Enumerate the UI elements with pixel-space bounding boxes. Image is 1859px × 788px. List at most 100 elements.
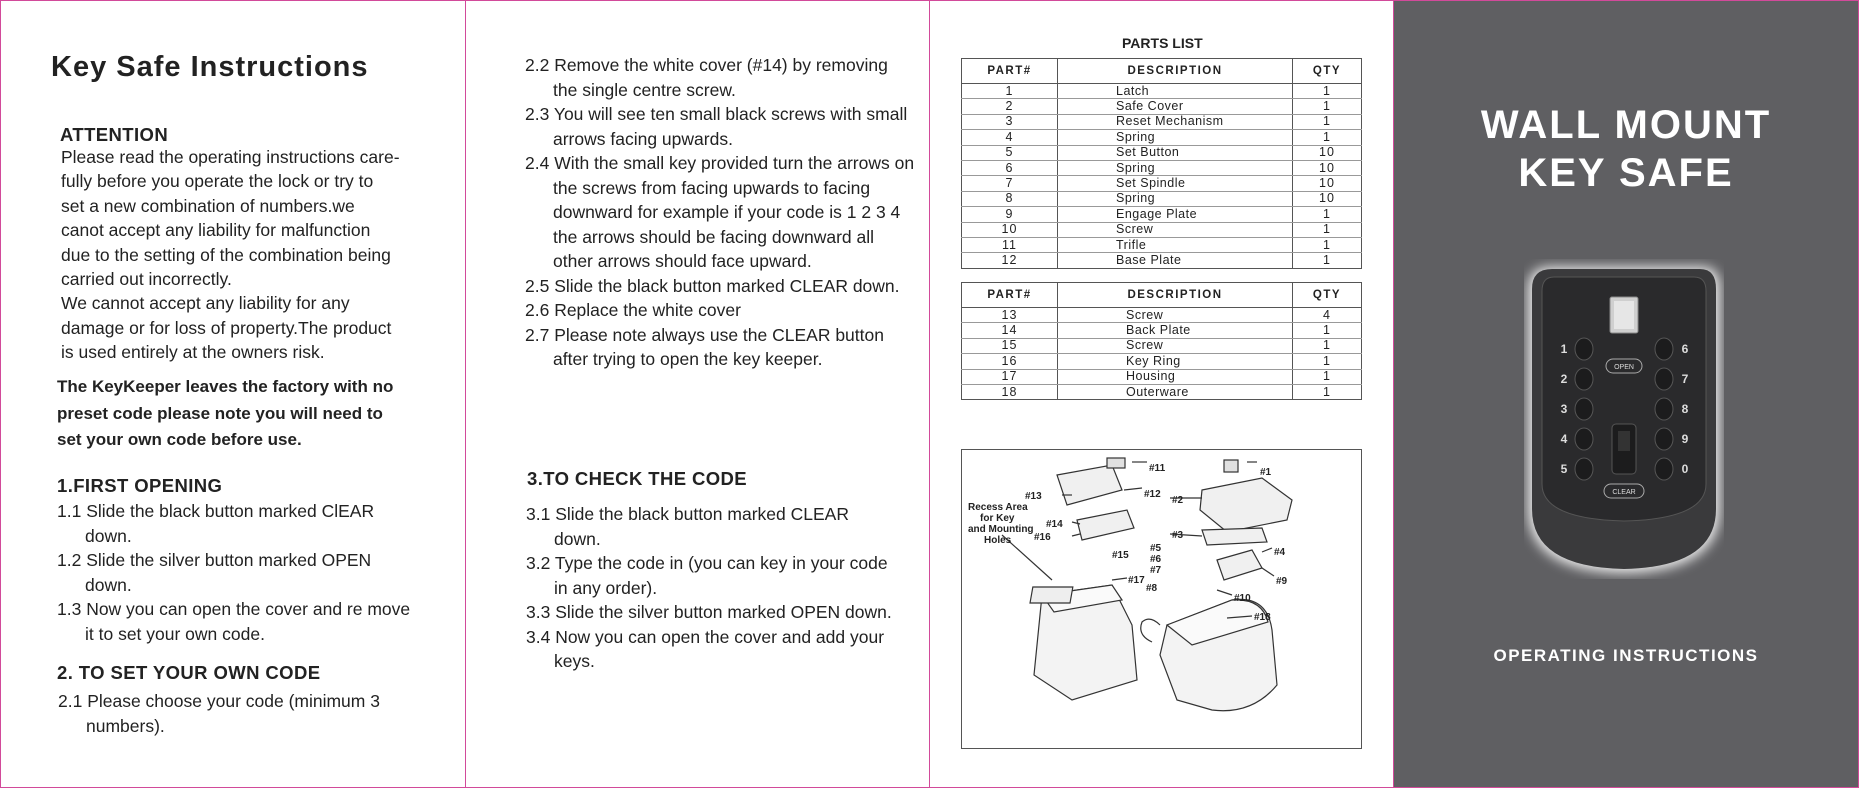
part-description: Outerware [1057,384,1293,401]
part-description: Spring [1057,160,1293,177]
part-number: 12 [961,252,1058,269]
part-description: Screw [1057,338,1293,355]
attention-line: fully before you operate the lock or try… [61,171,374,192]
parts-row: 6 Spring 10 [961,160,1362,177]
part-number: 6 [961,160,1058,177]
set-code-steps-continued: 2.2 Remove the white cover (#14) by remo… [525,53,915,372]
col-description: DESCRIPTION [1057,58,1293,84]
diagram-label-9: #9 [1276,576,1288,587]
col-part: PART# [961,58,1058,84]
parts-row: 8 Spring 10 [961,191,1362,208]
part-number: 1 [961,83,1058,100]
part-qty: 1 [1292,222,1362,238]
col-description: DESCRIPTION [1057,282,1293,308]
part-number: 17 [961,369,1058,385]
diagram-label-17: #17 [1128,575,1145,586]
parts-table-2: PART# DESCRIPTION QTY 13 Screw 4 14 Back Pla… [961,282,1362,401]
keypad-digit-3: 3 [1561,402,1568,416]
part-description: Screw [1057,222,1293,238]
keypad-digit-2: 2 [1561,372,1568,386]
cover-title-line1: WALL MOUNT [1480,103,1772,147]
part-number: 2 [961,98,1058,115]
part-qty: 1 [1292,83,1362,100]
step-3-1: 3.1 Slide the black button marked CLEAR … [526,504,849,549]
step-2-1: 2.1 Please choose your code (minimum 3 n… [58,691,380,736]
instruction-sheet: Key Safe Instructions ATTENTION Please r… [0,0,1859,788]
col-qty: QTY [1292,282,1362,308]
col-qty: QTY [1292,58,1362,84]
part-number: 7 [961,175,1058,192]
set-code-steps: 2.1 Please choose your code (minimum 3 n… [58,689,418,738]
part-qty: 10 [1292,191,1362,208]
parts-row: 17 Housing 1 [961,369,1362,385]
attention-line: We cannot accept any liability for any [61,293,350,314]
part-description: Key Ring [1057,353,1293,370]
part-description: Reset Mechanism [1057,114,1293,131]
notice-line: set your own code before use. [57,430,302,449]
part-number: 5 [961,145,1058,161]
part-qty: 1 [1292,338,1362,355]
part-qty: 10 [1292,145,1362,161]
key-safe-product-image: OPEN CLEAR 1 2 3 4 5 6 7 8 9 0 [1528,267,1720,573]
cover-title: WALL MOUNT KEY SAFE [1394,101,1858,197]
attention-line: carried out incorrectly. [61,269,232,290]
step-1-3: 1.3 Now you can open the cover and re mo… [57,599,411,644]
part-qty: 1 [1292,206,1362,223]
keypad-digit-7: 7 [1682,372,1689,386]
diagram-label-3: #3 [1172,530,1184,541]
step-1-2: 1.2 Slide the silver button marked OPEN … [57,550,372,595]
diagram-label-18: #18 [1254,612,1271,623]
parts-row: 7 Set Spindle 10 [961,175,1362,192]
part-number: 3 [961,114,1058,131]
keypad-digit-9: 9 [1682,432,1689,446]
keypad-digit-5: 5 [1561,462,1568,476]
step-2-3: 2.3 You will see ten small black screws … [525,104,908,149]
panel-parts-list: PARTS LIST PART# DESCRIPTION QTY 1 Latch 1… [930,1,1394,787]
parts-row: 14 Back Plate 1 [961,322,1362,339]
keypad-digit-4: 4 [1561,432,1568,446]
first-opening-heading: 1.FIRST OPENING [57,475,223,496]
attention-text: Please read the operating instructions c… [61,145,400,365]
step-2-6: 2.6 Replace the white cover [525,300,741,320]
part-number: 18 [961,384,1058,401]
diagram-label-8: #8 [1146,583,1158,594]
parts-row: 4 Spring 1 [961,129,1362,146]
parts-row: 11 Trifle 1 [961,237,1362,254]
parts-row: 3 Reset Mechanism 1 [961,114,1362,131]
diagram-label-13: #13 [1025,491,1042,502]
diagram-recess-label-line4: Holes [984,535,1012,546]
operating-instructions-label: OPERATING INSTRUCTIONS [1493,646,1759,665]
part-description: Set Button [1057,145,1293,161]
part-qty: 1 [1292,114,1362,131]
part-description: Screw [1057,307,1293,324]
parts-row: 2 Safe Cover 1 [961,98,1362,115]
part-number: 14 [961,322,1058,339]
set-code-heading: 2. TO SET YOUR OWN CODE [57,662,321,683]
step-2-5: 2.5 Slide the black button marked CLEAR … [525,275,900,296]
part-description: Base Plate [1057,252,1293,269]
attention-line: Please read the operating instructions c… [61,147,400,167]
parts-row: 13 Screw 4 [961,307,1362,324]
part-number: 10 [961,222,1058,238]
part-description: Set Spindle [1057,175,1293,192]
part-number: 15 [961,338,1058,355]
diagram-label-6: #6 [1150,554,1162,565]
parts-list-title: PARTS LIST [1122,35,1203,51]
part-number: 8 [961,191,1058,208]
page-title: Key Safe Instructions [51,51,369,83]
diagram-label-7: #7 [1150,565,1162,576]
exploded-diagram-drawing: Recess Area for Key and Mounting Holes #… [968,457,1293,712]
part-qty: 1 [1292,98,1362,115]
parts-row: 12 Base Plate 1 [961,252,1362,269]
diagram-label-2: #2 [1172,495,1184,506]
parts-table-1: PART# DESCRIPTION QTY 1 Latch 1 2 Safe Cover… [961,58,1362,269]
diagram-label-1: #1 [1260,467,1272,478]
diagram-label-16: #16 [1034,532,1051,543]
diagram-recess-label-line1: Recess Area [968,502,1028,513]
part-description: Safe Cover [1057,98,1293,115]
cover-title-line2: KEY SAFE [1518,151,1734,195]
panel-instructions-1: Key Safe Instructions ATTENTION Please r… [1,1,466,787]
factory-notice: The KeyKeeper leaves the factory with no… [57,374,393,454]
step-1-1: 1.1 Slide the black button marked ClEAR … [57,501,375,546]
diagram-label-5: #5 [1150,543,1162,554]
